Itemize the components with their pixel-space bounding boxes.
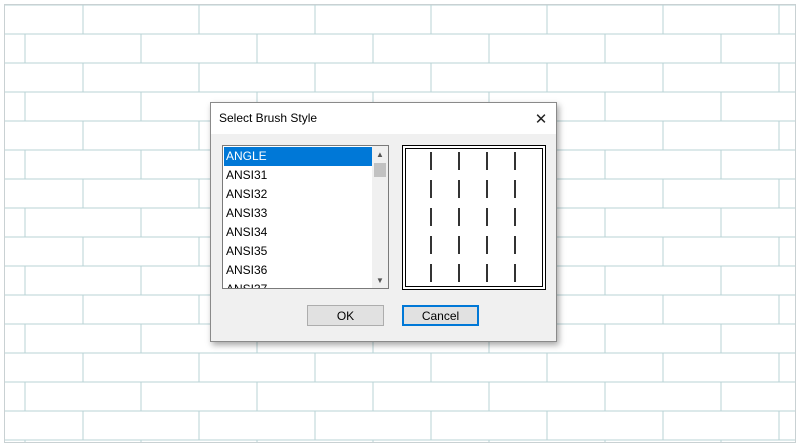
dialog-titlebar: Select Brush Style ✕ (211, 103, 556, 134)
scroll-thumb[interactable] (374, 163, 386, 177)
dialog-title: Select Brush Style (219, 111, 318, 125)
close-icon[interactable]: ✕ (526, 103, 556, 134)
list-item-ansi35[interactable]: ANSI35 (224, 242, 373, 261)
list-item-ansi36[interactable]: ANSI36 (224, 261, 373, 280)
brush-style-items: ANGLE ANSI31 ANSI32 ANSI33 ANSI34 ANSI35… (224, 147, 373, 288)
list-item-ansi34[interactable]: ANSI34 (224, 223, 373, 242)
ok-button[interactable]: OK (307, 305, 384, 326)
list-item-ansi32[interactable]: ANSI32 (224, 185, 373, 204)
scroll-down-icon[interactable]: ▼ (372, 272, 388, 288)
list-item-ansi31[interactable]: ANSI31 (224, 166, 373, 185)
brush-style-list[interactable]: ANGLE ANSI31 ANSI32 ANSI33 ANSI34 ANSI35… (222, 145, 389, 289)
scroll-up-icon[interactable]: ▲ (372, 146, 388, 162)
list-scrollbar[interactable]: ▲ ▼ (372, 146, 388, 288)
list-item-ansi33[interactable]: ANSI33 (224, 204, 373, 223)
cancel-button[interactable]: Cancel (402, 305, 479, 326)
list-item-ansi37[interactable]: ANSI37 (224, 280, 373, 288)
list-item-angle[interactable]: ANGLE (224, 147, 373, 166)
brush-preview-panel (402, 145, 546, 290)
brush-preview-frame (405, 148, 543, 287)
select-brush-style-dialog: Select Brush Style ✕ ANGLE ANSI31 ANSI32… (210, 102, 557, 342)
brush-pattern-preview (430, 152, 516, 282)
